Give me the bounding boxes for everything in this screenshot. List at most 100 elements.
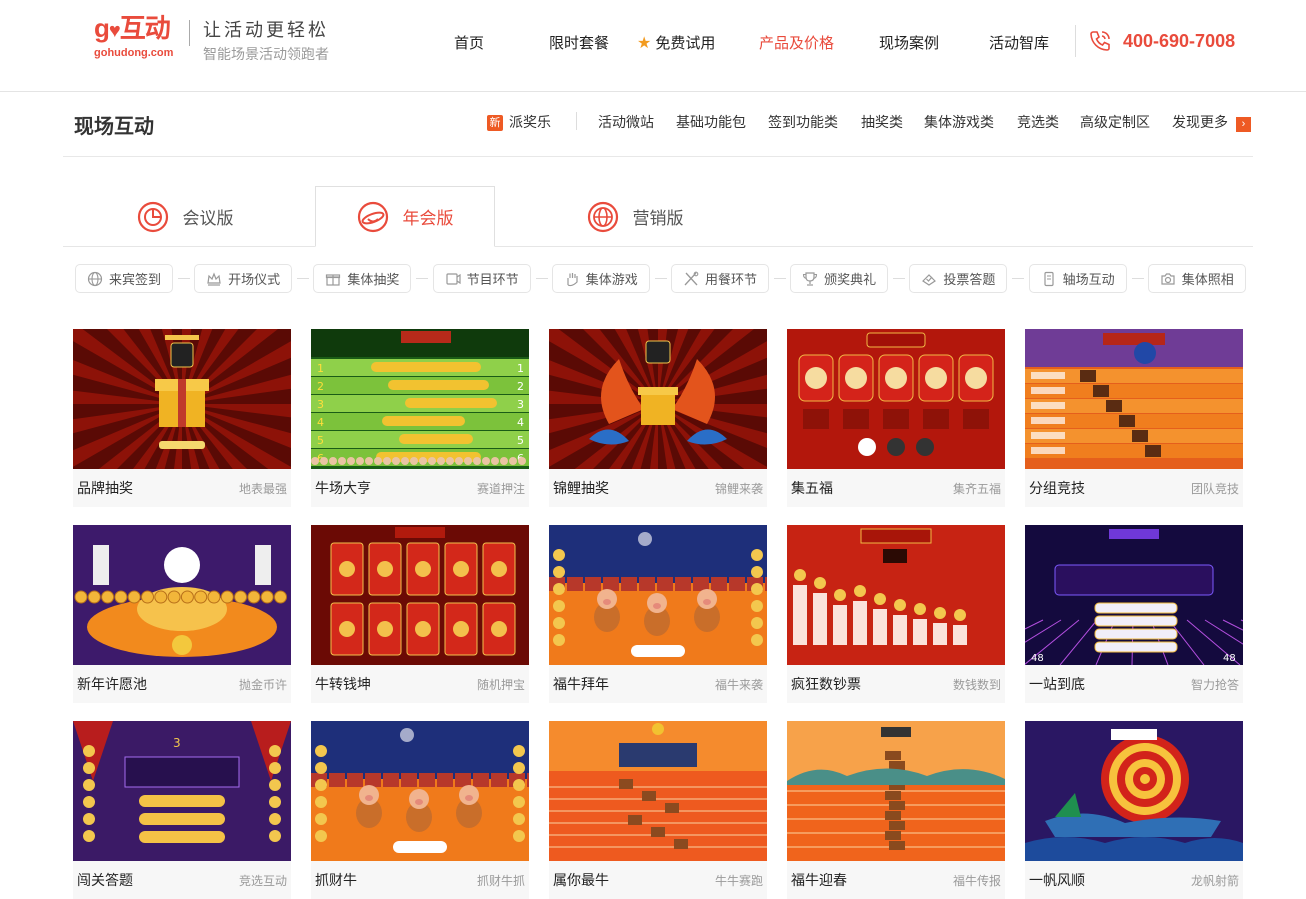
category-pill[interactable]: 集体照相	[1147, 264, 1246, 293]
activity-card[interactable]: 一帆风顺 龙帆射箭	[1025, 721, 1243, 899]
category-pill[interactable]: 开场仪式	[194, 264, 293, 293]
tab-annual-party[interactable]: 年会版	[315, 186, 495, 247]
subnav-featured[interactable]: 新派奖乐	[487, 112, 551, 132]
card-thumbnail[interactable]: 48 48	[1025, 525, 1243, 665]
card-tag: 福牛来袭	[714, 677, 763, 692]
card-title: 福牛拜年	[553, 676, 609, 692]
activity-card[interactable]: 112233445566牛场大亨赛道押注	[311, 329, 529, 507]
card-tag: 牛牛赛跑	[714, 873, 763, 888]
subnav-checkin[interactable]: 签到功能类	[768, 112, 838, 132]
thumbnail-art	[549, 721, 767, 861]
card-title: 疯狂数钞票	[791, 676, 861, 692]
activity-card[interactable]: 分组竞技 团队竞技	[1025, 329, 1243, 507]
nav-limited-package[interactable]: 限时套餐	[549, 32, 609, 53]
subnav-basic-pack[interactable]: 基础功能包	[676, 112, 746, 132]
activity-card[interactable]: 品牌抽奖 地表最强	[73, 329, 291, 507]
card-tag: 锦鲤来袭	[714, 481, 763, 496]
category-pill[interactable]: 颁奖典礼	[790, 264, 889, 293]
card-title: 抓财牛	[315, 872, 357, 888]
card-thumbnail[interactable]	[549, 525, 767, 665]
activity-card[interactable]: 福牛拜年 福牛来袭	[549, 525, 767, 703]
card-thumbnail[interactable]	[73, 329, 291, 469]
nav-think-tank[interactable]: 活动智库	[989, 32, 1049, 53]
nav-products-pricing[interactable]: 产品及价格	[759, 32, 834, 53]
card-thumbnail[interactable]	[549, 329, 767, 469]
thumbnail-art	[549, 525, 767, 665]
subnav-election[interactable]: 竞选类	[1017, 112, 1059, 132]
pie-chart-icon	[137, 201, 168, 232]
nav-home[interactable]: 首页	[454, 32, 484, 53]
card-thumbnail[interactable]: 3	[73, 721, 291, 861]
logo-mark: g♥互动	[94, 13, 171, 43]
nav-cases[interactable]: 现场案例	[879, 32, 939, 53]
card-thumbnail[interactable]	[311, 721, 529, 861]
activity-card[interactable]: 集五福 集齐五福	[787, 329, 1005, 507]
card-meta: 新年许愿池 抛金币许	[73, 665, 291, 703]
card-thumbnail[interactable]	[73, 525, 291, 665]
site-logo[interactable]: g♥互动 gohudong.com	[94, 14, 186, 64]
category-pill[interactable]: 集体抽奖	[313, 264, 412, 293]
card-thumbnail[interactable]	[549, 721, 767, 861]
subnav-custom[interactable]: 高级定制区	[1080, 112, 1150, 132]
category-pill[interactable]: 用餐环节	[671, 264, 769, 293]
thumbnail-art: 3	[73, 721, 291, 861]
category-label: 来宾签到	[108, 272, 161, 287]
category-label: 集体照相	[1181, 272, 1234, 287]
subnav-lottery[interactable]: 抽奖类	[861, 112, 903, 132]
category-pill[interactable]: 投票答题	[909, 264, 1008, 293]
tab-marketing[interactable]: 营销版	[545, 186, 725, 247]
card-meta: 一站到底 智力抢答	[1025, 665, 1243, 703]
svg-text:4: 4	[317, 416, 324, 429]
card-title: 集五福	[791, 480, 833, 496]
utensils-icon	[684, 271, 699, 285]
activity-card[interactable]: 疯狂数钞票 数钱数到	[787, 525, 1005, 703]
card-thumbnail[interactable]	[787, 329, 1005, 469]
phone-contact[interactable]: 400-690-7008	[1087, 28, 1235, 54]
tab-meeting[interactable]: 会议版	[95, 186, 275, 247]
subnav-featured-label: 派奖乐	[509, 114, 551, 130]
discover-more-link[interactable]: 发现更多 ›	[1172, 112, 1251, 132]
activity-card[interactable]: 福牛迎春 福牛传报	[787, 721, 1005, 899]
category-label: 集体游戏	[585, 272, 638, 287]
section-title: 现场互动	[74, 116, 154, 138]
pill-connector	[774, 278, 786, 279]
activity-card[interactable]: 48 48 一站到底 智力抢答	[1025, 525, 1243, 703]
category-pill[interactable]: 来宾签到	[75, 264, 173, 293]
activity-card[interactable]: 新年许愿池 抛金币许	[73, 525, 291, 703]
card-thumbnail[interactable]	[1025, 329, 1243, 469]
gift-icon	[326, 273, 341, 286]
category-pill[interactable]: 轴场互动	[1028, 264, 1127, 293]
card-title: 一帆风顺	[1029, 872, 1085, 888]
nav-free-trial[interactable]: ★ 免费试用	[637, 32, 715, 53]
subnav-micro-site[interactable]: 活动微站	[598, 112, 654, 132]
activity-card[interactable]: 3 闯关答题 竞选互动	[73, 721, 291, 899]
card-meta: 分组竞技 团队竞技	[1025, 469, 1243, 507]
category-label: 节目环节	[466, 272, 519, 287]
thumbnail-art	[1025, 721, 1243, 861]
slogan-main: 让活动更轻松	[203, 20, 329, 41]
thumbnail-art: 48 48	[1025, 525, 1243, 665]
card-tag: 竞选互动	[238, 873, 287, 888]
card-thumbnail[interactable]: 112233445566	[311, 329, 529, 469]
category-pill[interactable]: 集体游戏	[551, 264, 650, 293]
activity-card[interactable]: 锦鲤抽奖 锦鲤来袭	[549, 329, 767, 507]
hand-icon	[567, 272, 578, 286]
card-thumbnail[interactable]	[1025, 721, 1243, 861]
pill-connector	[1012, 278, 1025, 279]
video-icon	[445, 272, 461, 285]
subnav-group-games[interactable]: 集体游戏类	[924, 112, 994, 132]
thumbnail-art	[73, 329, 291, 469]
card-tag: 集齐五福	[952, 481, 1001, 496]
svg-text:2: 2	[317, 380, 324, 393]
card-thumbnail[interactable]	[311, 525, 529, 665]
category-pill[interactable]: 节目环节	[432, 264, 531, 293]
card-thumbnail[interactable]	[787, 721, 1005, 861]
pill-connector	[654, 278, 667, 279]
card-thumbnail[interactable]	[787, 525, 1005, 665]
card-meta: 一帆风顺 龙帆射箭	[1025, 861, 1243, 899]
phone-number: 400-690-7008	[1123, 30, 1236, 51]
activity-card[interactable]: 抓财牛 抓财牛抓	[311, 721, 529, 899]
activity-card[interactable]: 属你最牛 牛牛赛跑	[549, 721, 767, 899]
activity-card[interactable]: 牛转钱坤 随机押宝	[311, 525, 529, 703]
card-title: 福牛迎春	[791, 872, 847, 888]
